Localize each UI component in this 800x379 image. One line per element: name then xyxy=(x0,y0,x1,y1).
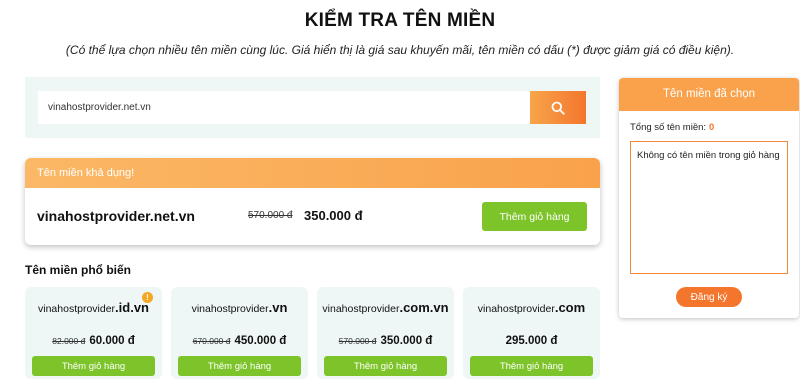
popular-domain-price: 82.000 đ 60.000 đ xyxy=(25,331,162,349)
domain-tld: .vn xyxy=(268,300,288,315)
add-to-cart-button[interactable]: Thêm giỏ hàng xyxy=(32,356,155,376)
selected-domains-panel: Tên miền đã chọn Tổng số tên miền: 0 Khôn… xyxy=(619,78,799,318)
new-price: 350.000 đ xyxy=(380,335,433,347)
domain-search-input[interactable] xyxy=(38,91,530,124)
available-new-price: 350.000 đ xyxy=(304,208,363,223)
popular-domain-price: 570.000 đ 350.000 đ xyxy=(317,331,454,349)
domain-base: vinahostprovider xyxy=(38,303,116,315)
conditional-discount-badge: ! xyxy=(142,292,153,303)
popular-domains-title: Tên miền phổ biến xyxy=(25,263,132,277)
popular-domain-price: 670.000 đ 450.000 đ xyxy=(171,331,308,349)
add-to-cart-button[interactable]: Thêm giỏ hàng xyxy=(324,356,447,376)
popular-domain-card: vinahostprovider.com 295.000 đ Thêm giỏ … xyxy=(463,287,600,379)
cart-list: Không có tên miền trong giỏ hàng xyxy=(630,141,788,274)
old-price: 82.000 đ xyxy=(52,336,86,346)
cart-count-value: 0 xyxy=(709,122,715,133)
page-subtitle: (Có thể lựa chọn nhiều tên miền cùng lúc… xyxy=(65,43,735,57)
domain-tld: .com.vn xyxy=(399,300,449,315)
register-button[interactable]: Đăng ký xyxy=(676,287,742,307)
search-icon xyxy=(551,101,565,115)
popular-domain-card: vinahostprovider.vn 670.000 đ 450.000 đ T… xyxy=(171,287,308,379)
popular-domain-card: vinahostprovider.id.vn 82.000 đ 60.000 đ … xyxy=(25,287,162,379)
page-title: KIỂM TRA TÊN MIỀN xyxy=(304,10,496,31)
available-domain-card: Tên miền khả dụng! vinahostprovider.net.… xyxy=(25,158,600,245)
available-header: Tên miền khả dụng! xyxy=(25,158,600,188)
cart-header: Tên miền đã chọn xyxy=(619,78,799,111)
old-price: 570.000 đ xyxy=(338,336,377,346)
available-old-price: 570.000 đ xyxy=(248,210,293,221)
new-price: 295.000 đ xyxy=(505,335,558,347)
available-domain-name: vinahostprovider.net.vn xyxy=(37,208,195,224)
new-price: 60.000 đ xyxy=(89,335,135,347)
popular-domain-card: vinahostprovider.com.vn 570.000 đ 350.000… xyxy=(317,287,454,379)
old-price: 670.000 đ xyxy=(192,336,231,346)
domain-base: vinahostprovider xyxy=(191,303,269,315)
search-button[interactable] xyxy=(530,91,586,124)
popular-domain-name: vinahostprovider.id.vn xyxy=(25,300,162,315)
popular-domain-name: vinahostprovider.com xyxy=(463,300,600,315)
popular-domain-name: vinahostprovider.com.vn xyxy=(317,300,454,315)
add-to-cart-button[interactable]: Thêm giỏ hàng xyxy=(482,202,587,231)
domain-base: vinahostprovider xyxy=(322,303,400,315)
new-price: 450.000 đ xyxy=(234,335,287,347)
popular-domain-name: vinahostprovider.vn xyxy=(171,300,308,315)
domain-base: vinahostprovider xyxy=(477,303,555,315)
popular-domain-price: 295.000 đ xyxy=(463,331,600,349)
add-to-cart-button[interactable]: Thêm giỏ hàng xyxy=(470,356,593,376)
cart-count-label: Tổng số tên miền: xyxy=(630,122,707,133)
add-to-cart-button[interactable]: Thêm giỏ hàng xyxy=(178,356,301,376)
cart-count: Tổng số tên miền: 0 xyxy=(630,122,714,133)
domain-tld: .com xyxy=(554,300,586,315)
